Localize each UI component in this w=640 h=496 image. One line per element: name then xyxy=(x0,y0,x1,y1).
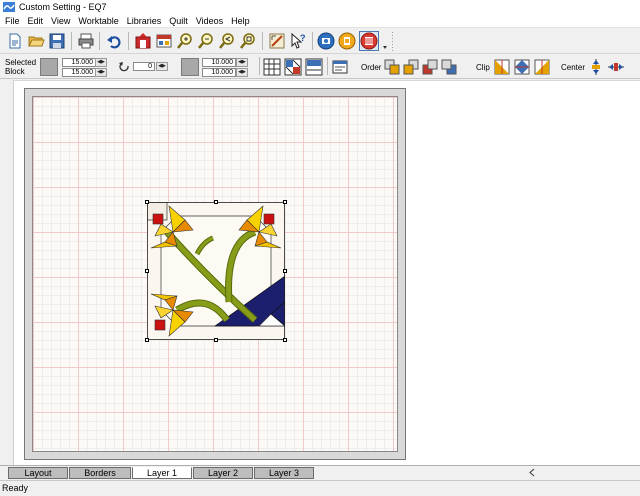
worktable-tab-bar: Layout Borders Layer 1 Layer 2 Layer 3 xyxy=(0,465,640,479)
tab-layer-3[interactable]: Layer 3 xyxy=(254,467,314,479)
size-height-field[interactable]: 10.000 xyxy=(202,68,236,77)
add-to-sketchbook-icon[interactable] xyxy=(134,32,152,50)
menu-help[interactable]: Help xyxy=(228,16,255,26)
photo-view-icon[interactable] xyxy=(317,32,335,50)
bring-to-front-icon[interactable] xyxy=(383,58,401,76)
menu-libraries[interactable]: Libraries xyxy=(124,16,167,26)
tab-layout[interactable]: Layout xyxy=(8,467,68,479)
title-bar: Custom Setting - EQ7 xyxy=(0,0,640,14)
menu-view[interactable]: View xyxy=(48,16,75,26)
print-icon[interactable] xyxy=(77,32,95,50)
toolbar-overflow-icon[interactable] xyxy=(382,32,388,50)
svg-text:?: ? xyxy=(300,33,306,43)
toolbar-separator xyxy=(71,32,72,50)
selection-handle-bottom-left[interactable] xyxy=(145,338,149,342)
whats-this-help-icon[interactable]: ? xyxy=(289,32,307,50)
clip-label: Clip xyxy=(476,63,490,72)
size-width-spinner[interactable]: ◀▶ xyxy=(236,58,248,67)
selected-quilt-block[interactable] xyxy=(147,202,285,340)
size-width-field[interactable]: 10.000 xyxy=(202,58,236,67)
open-folder-icon[interactable] xyxy=(27,32,45,50)
window-title: Custom Setting - EQ7 xyxy=(19,2,107,12)
selection-handle-top-left[interactable] xyxy=(145,200,149,204)
toolbar-separator xyxy=(259,57,260,75)
center-horizontal-icon[interactable] xyxy=(607,58,625,76)
toolbar-separator xyxy=(327,57,328,75)
zoom-out-icon[interactable] xyxy=(197,32,215,50)
eq7-app-icon xyxy=(3,2,15,12)
clip-center-icon[interactable] xyxy=(513,58,531,76)
send-to-back-icon[interactable] xyxy=(440,58,458,76)
properties-icon[interactable] xyxy=(331,58,349,76)
tab-layer-2[interactable]: Layer 2 xyxy=(193,467,253,479)
selection-handle-bottom-right[interactable] xyxy=(283,338,287,342)
block-size-swatch[interactable] xyxy=(181,58,199,76)
toolbar-separator xyxy=(99,32,100,50)
block-width-field[interactable]: 15.000 xyxy=(62,58,96,67)
rotation-spinner[interactable]: ◀▶ xyxy=(156,62,168,71)
height-spinner[interactable]: ◀▶ xyxy=(95,68,107,77)
block-palette-icon[interactable] xyxy=(305,58,323,76)
block-height-field[interactable]: 15.000 xyxy=(62,68,96,77)
main-toolbar: ? xyxy=(0,29,640,54)
grid-view-icon[interactable] xyxy=(263,58,281,76)
selection-handle-middle-right[interactable] xyxy=(283,269,287,273)
selected-label: Selected xyxy=(5,58,37,67)
toolbar-separator xyxy=(312,32,313,50)
zoom-previous-icon[interactable] xyxy=(218,32,236,50)
toolbar-separator xyxy=(128,32,129,50)
undo-icon[interactable] xyxy=(105,32,123,50)
send-backward-icon[interactable] xyxy=(421,58,439,76)
status-text: Ready xyxy=(2,483,29,493)
rotate-icon xyxy=(119,62,129,72)
selection-handle-top-center[interactable] xyxy=(214,200,218,204)
tab-borders[interactable]: Borders xyxy=(69,467,131,479)
selection-handle-middle-left[interactable] xyxy=(145,269,149,273)
width-spinner[interactable]: ◀▶ xyxy=(95,58,107,67)
rotation-field[interactable]: 0 xyxy=(133,62,155,71)
quilt-design-icon[interactable] xyxy=(359,31,379,51)
clip-left-icon[interactable] xyxy=(493,58,511,76)
block-color-swatch[interactable] xyxy=(40,58,58,76)
selected-block-toolbar: Selected Block 15.000 ◀▶ 15.000 ◀▶ 0 ◀▶ … xyxy=(0,55,640,79)
menu-worktable[interactable]: Worktable xyxy=(75,16,123,26)
fabric-view-icon[interactable] xyxy=(338,32,356,50)
size-height-spinner[interactable]: ◀▶ xyxy=(236,68,248,77)
toolbar-grip xyxy=(392,32,393,52)
status-bar: Ready xyxy=(0,480,640,496)
center-vertical-icon[interactable] xyxy=(587,58,605,76)
block-layout-icon[interactable] xyxy=(284,58,302,76)
selection-handle-bottom-center[interactable] xyxy=(214,338,218,342)
menu-quilt[interactable]: Quilt xyxy=(166,16,193,26)
menu-videos[interactable]: Videos xyxy=(193,16,228,26)
left-ruler-strip xyxy=(0,80,14,465)
toolbar-separator xyxy=(262,32,263,50)
menu-file[interactable]: File xyxy=(2,16,25,26)
center-label: Center xyxy=(561,63,586,72)
bring-forward-icon[interactable] xyxy=(402,58,420,76)
zoom-in-icon[interactable] xyxy=(176,32,194,50)
scroll-left-icon[interactable] xyxy=(528,468,536,477)
menu-bar: File Edit View Worktable Libraries Quilt… xyxy=(0,14,640,28)
block-label: Block xyxy=(5,67,25,76)
save-icon[interactable] xyxy=(48,32,66,50)
selection-handle-top-right[interactable] xyxy=(283,200,287,204)
draw-tool-icon[interactable] xyxy=(268,32,286,50)
menu-edit[interactable]: Edit xyxy=(25,16,49,26)
tab-layer-1[interactable]: Layer 1 xyxy=(132,467,192,479)
order-label: Order xyxy=(361,63,382,72)
view-sketchbook-icon[interactable] xyxy=(155,32,173,50)
clip-right-icon[interactable] xyxy=(533,58,551,76)
new-file-icon[interactable] xyxy=(6,32,24,50)
fit-to-worktable-icon[interactable] xyxy=(239,32,257,50)
